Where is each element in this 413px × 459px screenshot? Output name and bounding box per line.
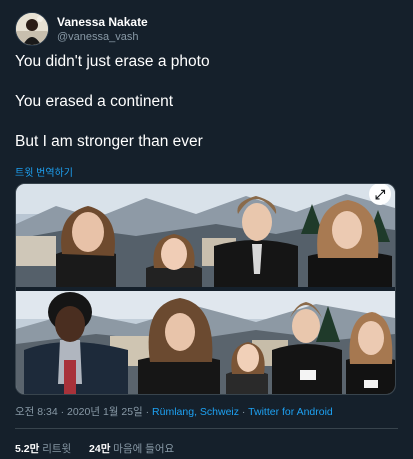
retweets-count: 5.2만 (15, 443, 40, 455)
tweet-source-link[interactable]: Twitter for Android (248, 406, 333, 418)
tweet-timestamp[interactable]: 오전 8:34 · 2020년 1월 25일 (15, 406, 143, 418)
tweet-line: But I am stronger than ever (15, 133, 203, 150)
likes-stat[interactable]: 24만 마음에 들어요 (89, 443, 174, 455)
author-display-name[interactable]: Vanessa Nakate (57, 15, 148, 30)
divider (15, 428, 398, 429)
retweets-stat[interactable]: 5.2만 리트윗 (15, 443, 74, 455)
likes-label: 마음에 들어요 (113, 443, 175, 455)
expand-media-icon[interactable]: ⤢ (369, 184, 391, 205)
tweet-location-link[interactable]: Rümlang, Schweiz (152, 406, 239, 418)
retweets-label: 리트윗 (42, 443, 72, 455)
tweet-header: Vanessa Nakate @vanessa_vash (15, 12, 148, 46)
meta-separator: · (241, 406, 246, 418)
photo-top[interactable]: ⤢ (16, 184, 395, 287)
photo-bottom[interactable] (16, 291, 395, 394)
author-handle[interactable]: @vanessa_vash (57, 30, 148, 44)
tweet-card: Vanessa Nakate @vanessa_vash You didn't … (0, 0, 413, 459)
media-images: ⤢ (16, 184, 395, 394)
tweet-stats: 5.2만 리트윗 24만 마음에 들어요 (15, 441, 174, 456)
svg-text:⤢: ⤢ (375, 187, 385, 202)
tweet-meta: 오전 8:34 · 2020년 1월 25일 · Rümlang, Schwei… (15, 404, 333, 419)
author-names: Vanessa Nakate @vanessa_vash (57, 15, 148, 44)
likes-count: 24만 (89, 443, 111, 455)
avatar[interactable] (15, 12, 49, 46)
meta-separator: · (145, 406, 150, 418)
avatar-image (16, 13, 48, 45)
tweet-media: ⤢ (15, 183, 396, 395)
tweet-line: You didn't just erase a photo (15, 53, 210, 70)
translate-tweet-link[interactable]: 트윗 번역하기 (15, 164, 73, 179)
tweet-line: You erased a continent (15, 93, 173, 110)
